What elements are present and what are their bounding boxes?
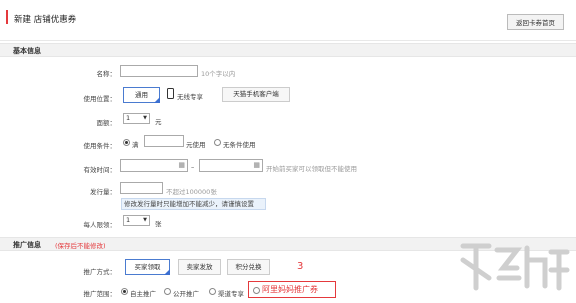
amount-label: 面额： bbox=[96, 119, 117, 127]
scope-alimama-label: 阿里妈妈推广券 bbox=[262, 285, 318, 294]
condition-none-radio[interactable] bbox=[214, 139, 221, 146]
page-title: 新建 店铺优惠券 bbox=[14, 15, 77, 25]
location-option-general[interactable]: 通用 bbox=[123, 87, 160, 103]
amount-unit: 元 bbox=[155, 118, 162, 126]
title-accent-bar bbox=[6, 10, 8, 24]
amount-value: 1 bbox=[126, 114, 131, 122]
page-header: 新建 店铺优惠券 返回卡券首页 bbox=[0, 0, 576, 41]
scope-self-radio[interactable] bbox=[121, 288, 128, 295]
start-date-input[interactable]: ▦ bbox=[120, 159, 188, 172]
promo-method-points-exchange[interactable]: 积分兑换 bbox=[227, 259, 270, 275]
limit-select[interactable]: 1 ▼ bbox=[123, 215, 150, 226]
limit-label: 每人限领： bbox=[83, 221, 117, 229]
name-label: 名称： bbox=[96, 70, 117, 78]
limit-value: 1 bbox=[126, 216, 131, 224]
quantity-tip: 修改发行量时只能增加不能减少，请谨慎设置 bbox=[121, 198, 266, 210]
selected-corner-icon bbox=[154, 97, 160, 103]
promo-method-seller-issue[interactable]: 卖家发放 bbox=[178, 259, 221, 275]
limit-unit: 张 bbox=[155, 220, 162, 228]
watermark-logo bbox=[460, 243, 570, 291]
date-separator: – bbox=[191, 163, 195, 171]
location-label: 使用位置： bbox=[83, 95, 117, 103]
option-label: 通用 bbox=[135, 91, 148, 99]
option-label: 买家领取 bbox=[134, 263, 161, 271]
quantity-hint: 不超过100000张 bbox=[166, 188, 217, 196]
quantity-label: 发行量： bbox=[90, 188, 116, 196]
condition-full-radio[interactable] bbox=[123, 139, 130, 146]
annotation-number: 3 bbox=[297, 261, 304, 272]
scope-channel-label: 渠道专享 bbox=[218, 290, 244, 298]
promo-method-buyer-claim[interactable]: 买家领取 bbox=[125, 259, 170, 275]
quantity-input[interactable] bbox=[120, 182, 163, 194]
section-note: (保存后不能修改) bbox=[55, 241, 106, 250]
chevron-down-icon: ▼ bbox=[143, 217, 147, 223]
chevron-down-icon: ▼ bbox=[143, 115, 147, 121]
end-date-input[interactable]: ▦ bbox=[199, 159, 263, 172]
back-to-coupons-button[interactable]: 返回卡券首页 bbox=[507, 14, 564, 30]
condition-full-label: 满 bbox=[132, 141, 139, 149]
scope-public-radio[interactable] bbox=[164, 288, 171, 295]
promo-method-label: 推广方式： bbox=[83, 268, 117, 276]
amount-select[interactable]: 1 ▼ bbox=[123, 113, 150, 124]
name-hint: 10个字以内 bbox=[201, 70, 236, 78]
phone-icon bbox=[167, 88, 174, 99]
condition-amount-input[interactable] bbox=[144, 135, 184, 147]
alimama-option-highlight[interactable]: 阿里妈妈推广券 bbox=[248, 281, 336, 298]
scope-public-label: 公开推广 bbox=[173, 290, 199, 298]
selected-corner-icon bbox=[164, 269, 170, 275]
section-title: 基本信息 bbox=[13, 46, 41, 55]
condition-none-label: 无条件使用 bbox=[223, 141, 256, 149]
validity-label: 有效时间： bbox=[83, 166, 117, 174]
section-title: 推广信息 bbox=[13, 240, 41, 249]
scope-alimama-radio[interactable] bbox=[253, 287, 260, 294]
scope-channel-radio[interactable] bbox=[209, 288, 216, 295]
location-option-tmall-app[interactable]: 天猫手机客户端 bbox=[222, 87, 290, 102]
calendar-icon: ▦ bbox=[253, 161, 260, 169]
calendar-icon: ▦ bbox=[178, 161, 185, 169]
name-input[interactable] bbox=[120, 65, 198, 77]
promo-scope-label: 推广范围： bbox=[83, 290, 117, 298]
basic-info-section-header: 基本信息 bbox=[0, 43, 576, 57]
condition-unit: 元使用 bbox=[186, 141, 206, 149]
scope-self-label: 自主推广 bbox=[130, 290, 156, 298]
location-option-wireless[interactable]: 无线专享 bbox=[177, 91, 203, 101]
validity-hint: 开始前买家可以领取但不能使用 bbox=[266, 165, 357, 173]
condition-label: 使用条件： bbox=[83, 142, 117, 150]
